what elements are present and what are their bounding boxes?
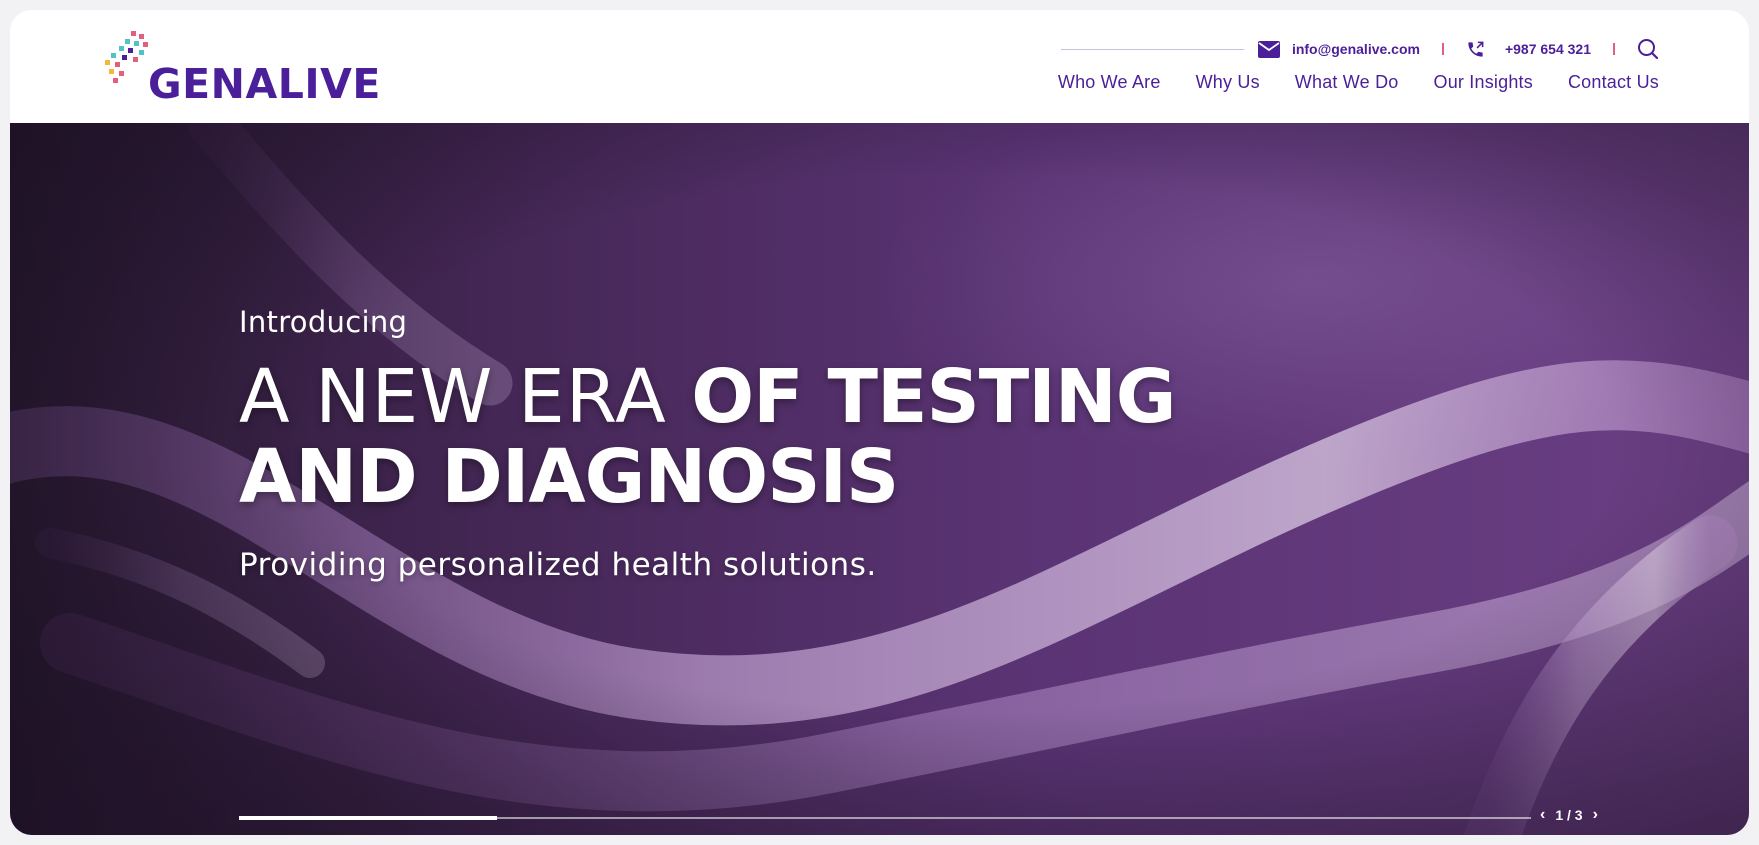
nav-item-what-we-do[interactable]: What We Do [1295, 72, 1399, 93]
logo[interactable]: GENALIVE [103, 25, 380, 108]
contact-bar: info@genalive.com +987 654 321 [1060, 36, 1659, 62]
hero-headline: A NEW ERA OF TESTING AND DIAGNOSIS [239, 354, 1177, 520]
slider-pager: ‹ 1 / 3 › [1540, 807, 1598, 824]
main-nav: Who We Are Why Us What We Do Our Insight… [1058, 72, 1659, 93]
site-header: GENALIVE info@genalive.com +987 654 321 [10, 10, 1749, 123]
logo-wordmark: GENALIVE [148, 60, 381, 108]
hero-intro: Introducing [239, 305, 408, 339]
chevron-right-icon[interactable]: › [1593, 807, 1598, 823]
contact-separator [1441, 43, 1444, 55]
slider-counter: 1 / 3 [1555, 807, 1583, 823]
nav-item-our-insights[interactable]: Our Insights [1434, 72, 1533, 93]
phone-icon [1466, 40, 1485, 59]
hero-content: Introducing A NEW ERA OF TESTING AND DIA… [239, 305, 1177, 583]
hero-banner: Introducing A NEW ERA OF TESTING AND DIA… [10, 123, 1749, 835]
envelope-icon [1257, 40, 1280, 58]
hero-headline-light: A NEW ERA [239, 354, 692, 440]
hero-headline-bold-1: OF TESTING [691, 354, 1176, 440]
hero-subline: Providing personalized health solutions. [239, 547, 877, 583]
nav-item-who-we-are[interactable]: Who We Are [1058, 72, 1161, 93]
phone-link[interactable]: +987 654 321 [1505, 41, 1591, 57]
page-frame: GENALIVE info@genalive.com +987 654 321 [10, 10, 1749, 835]
contact-separator [1613, 43, 1615, 55]
slider-progress-fill [239, 816, 498, 820]
email-link[interactable]: info@genalive.com [1292, 41, 1420, 57]
contact-divider-line [1060, 48, 1244, 50]
nav-item-why-us[interactable]: Why Us [1196, 72, 1260, 93]
hero-headline-bold-2: AND DIAGNOSIS [239, 434, 899, 520]
chevron-left-icon[interactable]: ‹ [1540, 807, 1545, 823]
search-icon[interactable] [1637, 38, 1659, 60]
slider-progress-bar [239, 816, 1531, 820]
nav-item-contact-us[interactable]: Contact Us [1568, 72, 1659, 93]
